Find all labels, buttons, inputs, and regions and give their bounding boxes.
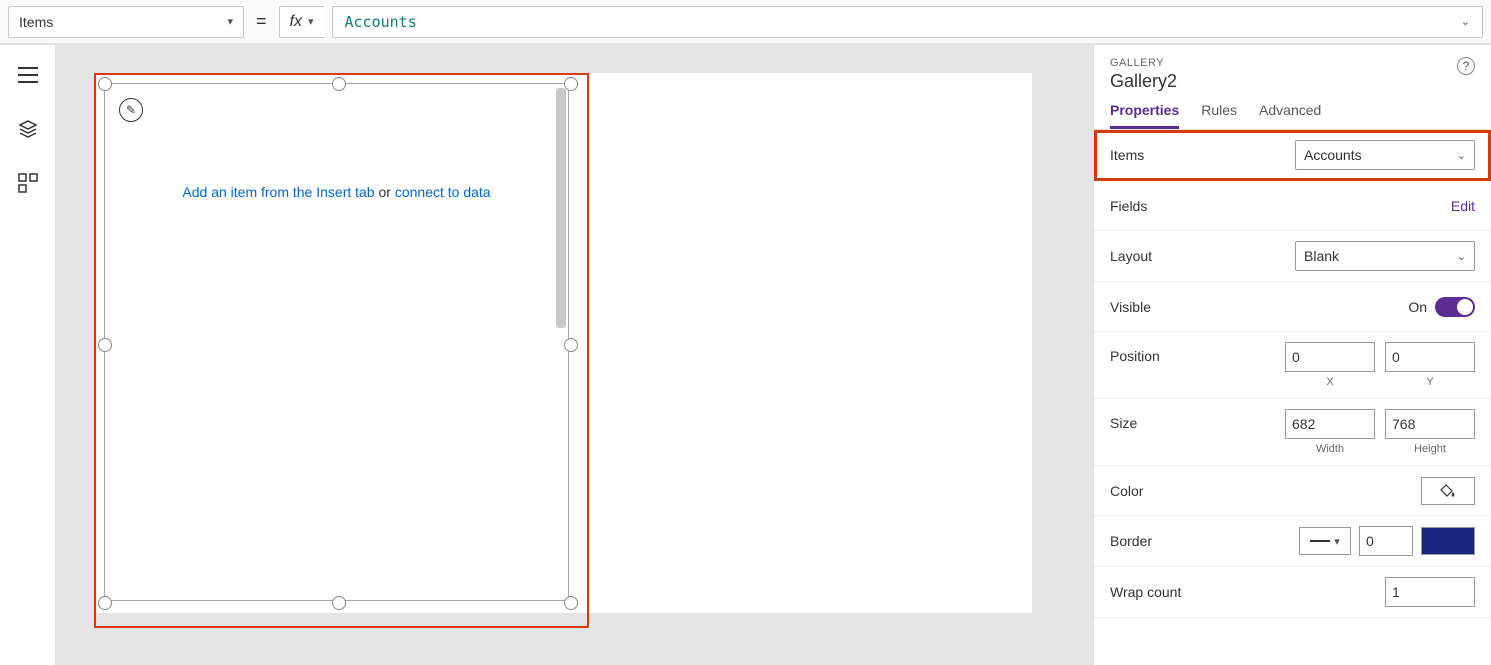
resize-handle[interactable] [98,338,112,352]
fields-edit-link[interactable]: Edit [1451,198,1475,214]
formula-bar: Items ▾ = fx ▾ Accounts ⌄ [0,0,1491,44]
position-x-input[interactable]: 0 [1285,342,1375,372]
position-x-sub: X [1326,376,1333,388]
main: ✎ Add an item from the Insert tab or con… [0,44,1491,665]
gallery-control[interactable]: ✎ Add an item from the Insert tab or con… [104,83,569,601]
items-dropdown[interactable]: Accounts ⌄ [1295,140,1475,170]
prop-layout: Layout Blank ⌄ [1094,231,1491,282]
properties-panel: GALLERY Gallery2 ? Properties Rules Adva… [1093,45,1491,665]
chevron-down-icon: ▾ [308,15,314,28]
chevron-down-icon: ⌄ [1457,149,1466,162]
border-width-input[interactable]: 0 [1359,526,1413,556]
prop-wrap-count: Wrap count 1 [1094,567,1491,618]
prop-color-label: Color [1110,483,1143,499]
prop-items-label: Items [1110,147,1144,163]
layers-icon[interactable] [16,117,40,141]
gallery-empty-hint: Add an item from the Insert tab or conne… [105,184,568,200]
resize-handle[interactable] [98,596,112,610]
wrap-count-input[interactable]: 1 [1385,577,1475,607]
canvas[interactable]: ✎ Add an item from the Insert tab or con… [56,45,1093,665]
layout-dropdown[interactable]: Blank ⌄ [1295,241,1475,271]
layout-value: Blank [1304,248,1339,264]
panel-type: GALLERY [1110,57,1177,69]
prop-fields-label: Fields [1110,198,1147,214]
prop-wrap-label: Wrap count [1110,584,1181,600]
position-y-input[interactable]: 0 [1385,342,1475,372]
prop-visible-label: Visible [1110,299,1151,315]
apps-icon[interactable] [16,171,40,195]
tab-properties[interactable]: Properties [1110,102,1179,129]
prop-color: Color [1094,466,1491,516]
hint-or: or [375,184,395,200]
chevron-down-icon: ▾ [1334,535,1340,548]
left-rail [0,45,56,665]
insert-tab-link[interactable]: Add an item from the Insert tab [182,184,374,200]
chevron-down-icon: ⌄ [1457,250,1466,263]
border-style-select[interactable]: ▾ [1299,527,1351,555]
chevron-down-icon: ▾ [227,15,233,28]
help-icon[interactable]: ? [1457,57,1475,75]
tab-advanced[interactable]: Advanced [1259,102,1321,129]
visible-state: On [1408,299,1427,315]
position-y-sub: Y [1426,376,1433,388]
resize-handle[interactable] [98,77,112,91]
prop-position: Position 0 X 0 Y [1094,332,1491,399]
edit-pencil-icon[interactable]: ✎ [119,98,143,122]
prop-border: Border ▾ 0 [1094,516,1491,567]
fx-icon: fx [290,13,302,31]
resize-handle[interactable] [564,77,578,91]
tree-view-icon[interactable] [16,63,40,87]
resize-handle[interactable] [332,77,346,91]
property-selector[interactable]: Items ▾ [8,6,244,38]
resize-handle[interactable] [332,596,346,610]
prop-border-label: Border [1110,533,1152,549]
prop-size: Size 682 Width 768 Height [1094,399,1491,466]
fx-menu[interactable]: fx ▾ [279,6,324,38]
prop-size-label: Size [1110,409,1137,431]
size-height-sub: Height [1414,443,1446,455]
color-picker[interactable] [1421,477,1475,505]
size-width-sub: Width [1316,443,1344,455]
gallery-scrollbar[interactable] [556,88,566,328]
panel-name: Gallery2 [1110,71,1177,92]
size-height-input[interactable]: 768 [1385,409,1475,439]
equals-sign: = [252,11,271,32]
formula-value: Accounts [345,13,417,31]
prop-layout-label: Layout [1110,248,1152,264]
size-width-input[interactable]: 682 [1285,409,1375,439]
resize-handle[interactable] [564,596,578,610]
border-color-swatch[interactable] [1421,527,1475,555]
connect-data-link[interactable]: connect to data [395,184,491,200]
formula-input[interactable]: Accounts ⌄ [332,6,1484,38]
chevron-down-icon: ⌄ [1461,15,1470,28]
prop-fields: Fields Edit [1094,181,1491,231]
paint-bucket-icon [1440,483,1456,499]
items-value: Accounts [1304,147,1362,163]
prop-visible: Visible On [1094,282,1491,332]
canvas-page: ✎ Add an item from the Insert tab or con… [94,73,1032,613]
prop-items: Items Accounts ⌄ [1094,130,1491,181]
resize-handle[interactable] [564,338,578,352]
tab-rules[interactable]: Rules [1201,102,1237,129]
panel-tabs: Properties Rules Advanced [1094,92,1491,130]
visible-toggle[interactable] [1435,297,1475,317]
prop-position-label: Position [1110,342,1160,364]
property-selector-value: Items [19,14,53,30]
